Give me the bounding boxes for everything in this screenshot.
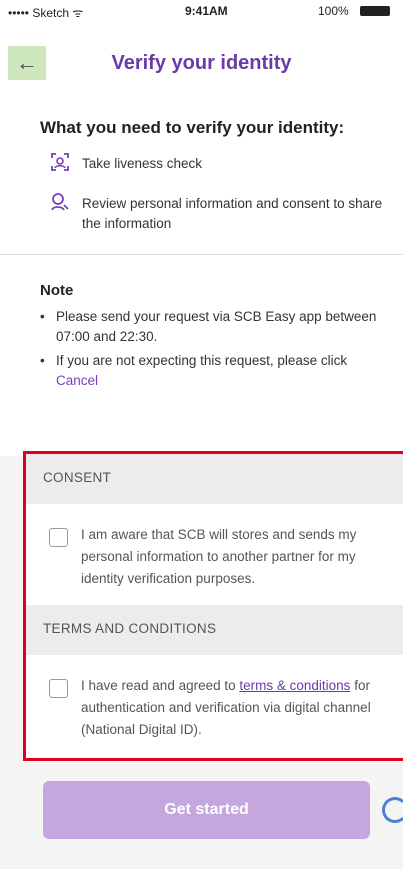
page-title: Verify your identity	[111, 52, 292, 74]
carrier-label: ••••• Sketch ᯤ	[8, 6, 84, 20]
note-text: If you are not expecting this request, p…	[56, 353, 348, 368]
terms-header-label: TERMS AND CONDITIONS	[43, 621, 217, 636]
note-item: If you are not expecting this request, p…	[40, 351, 385, 391]
terms-link[interactable]: terms & conditions	[239, 678, 350, 693]
note-item: Please send your request via SCB Easy ap…	[40, 307, 385, 347]
battery-icon	[360, 6, 390, 16]
note-heading: Note	[40, 282, 74, 299]
note-list: Please send your request via SCB Easy ap…	[40, 307, 385, 395]
consent-text: I am aware that SCB will stores and send…	[81, 527, 357, 586]
terms-text-before: I have read and agreed to	[81, 678, 236, 693]
battery-percent: 100%	[318, 4, 349, 18]
terms-text: I have read and agreed to terms & condit…	[81, 675, 401, 741]
requirement-label: Take liveness check	[82, 156, 203, 171]
loading-spinner-icon	[382, 797, 403, 823]
get-started-button[interactable]: Get started	[43, 781, 370, 839]
terms-row: I have read and agreed to terms & condit…	[26, 655, 403, 758]
consent-row: I am aware that SCB will stores and send…	[26, 504, 403, 605]
clock: 9:41AM	[185, 4, 228, 18]
consent-header: CONSENT	[26, 454, 403, 504]
terms-header: TERMS AND CONDITIONS	[26, 605, 403, 655]
note-section: Note Please send your request via SCB Ea…	[0, 254, 403, 456]
consent-header-label: CONSENT	[43, 470, 112, 485]
requirements-heading: What you need to verify your identity:	[40, 118, 345, 137]
note-text: Please send your request via SCB Easy ap…	[56, 309, 377, 344]
status-bar: ••••• Sketch ᯤ 9:41AM 100%	[0, 0, 403, 22]
consent-checkbox[interactable]	[49, 528, 68, 547]
requirement-label: Review personal information and consent …	[82, 196, 383, 231]
user-search-icon	[50, 192, 70, 212]
cancel-link[interactable]: Cancel	[56, 373, 98, 388]
requirements-section: What you need to verify your identity: T…	[0, 86, 403, 254]
face-scan-icon	[50, 152, 70, 172]
terms-checkbox[interactable]	[49, 679, 68, 698]
nav-bar: ← Verify your identity	[0, 22, 403, 86]
